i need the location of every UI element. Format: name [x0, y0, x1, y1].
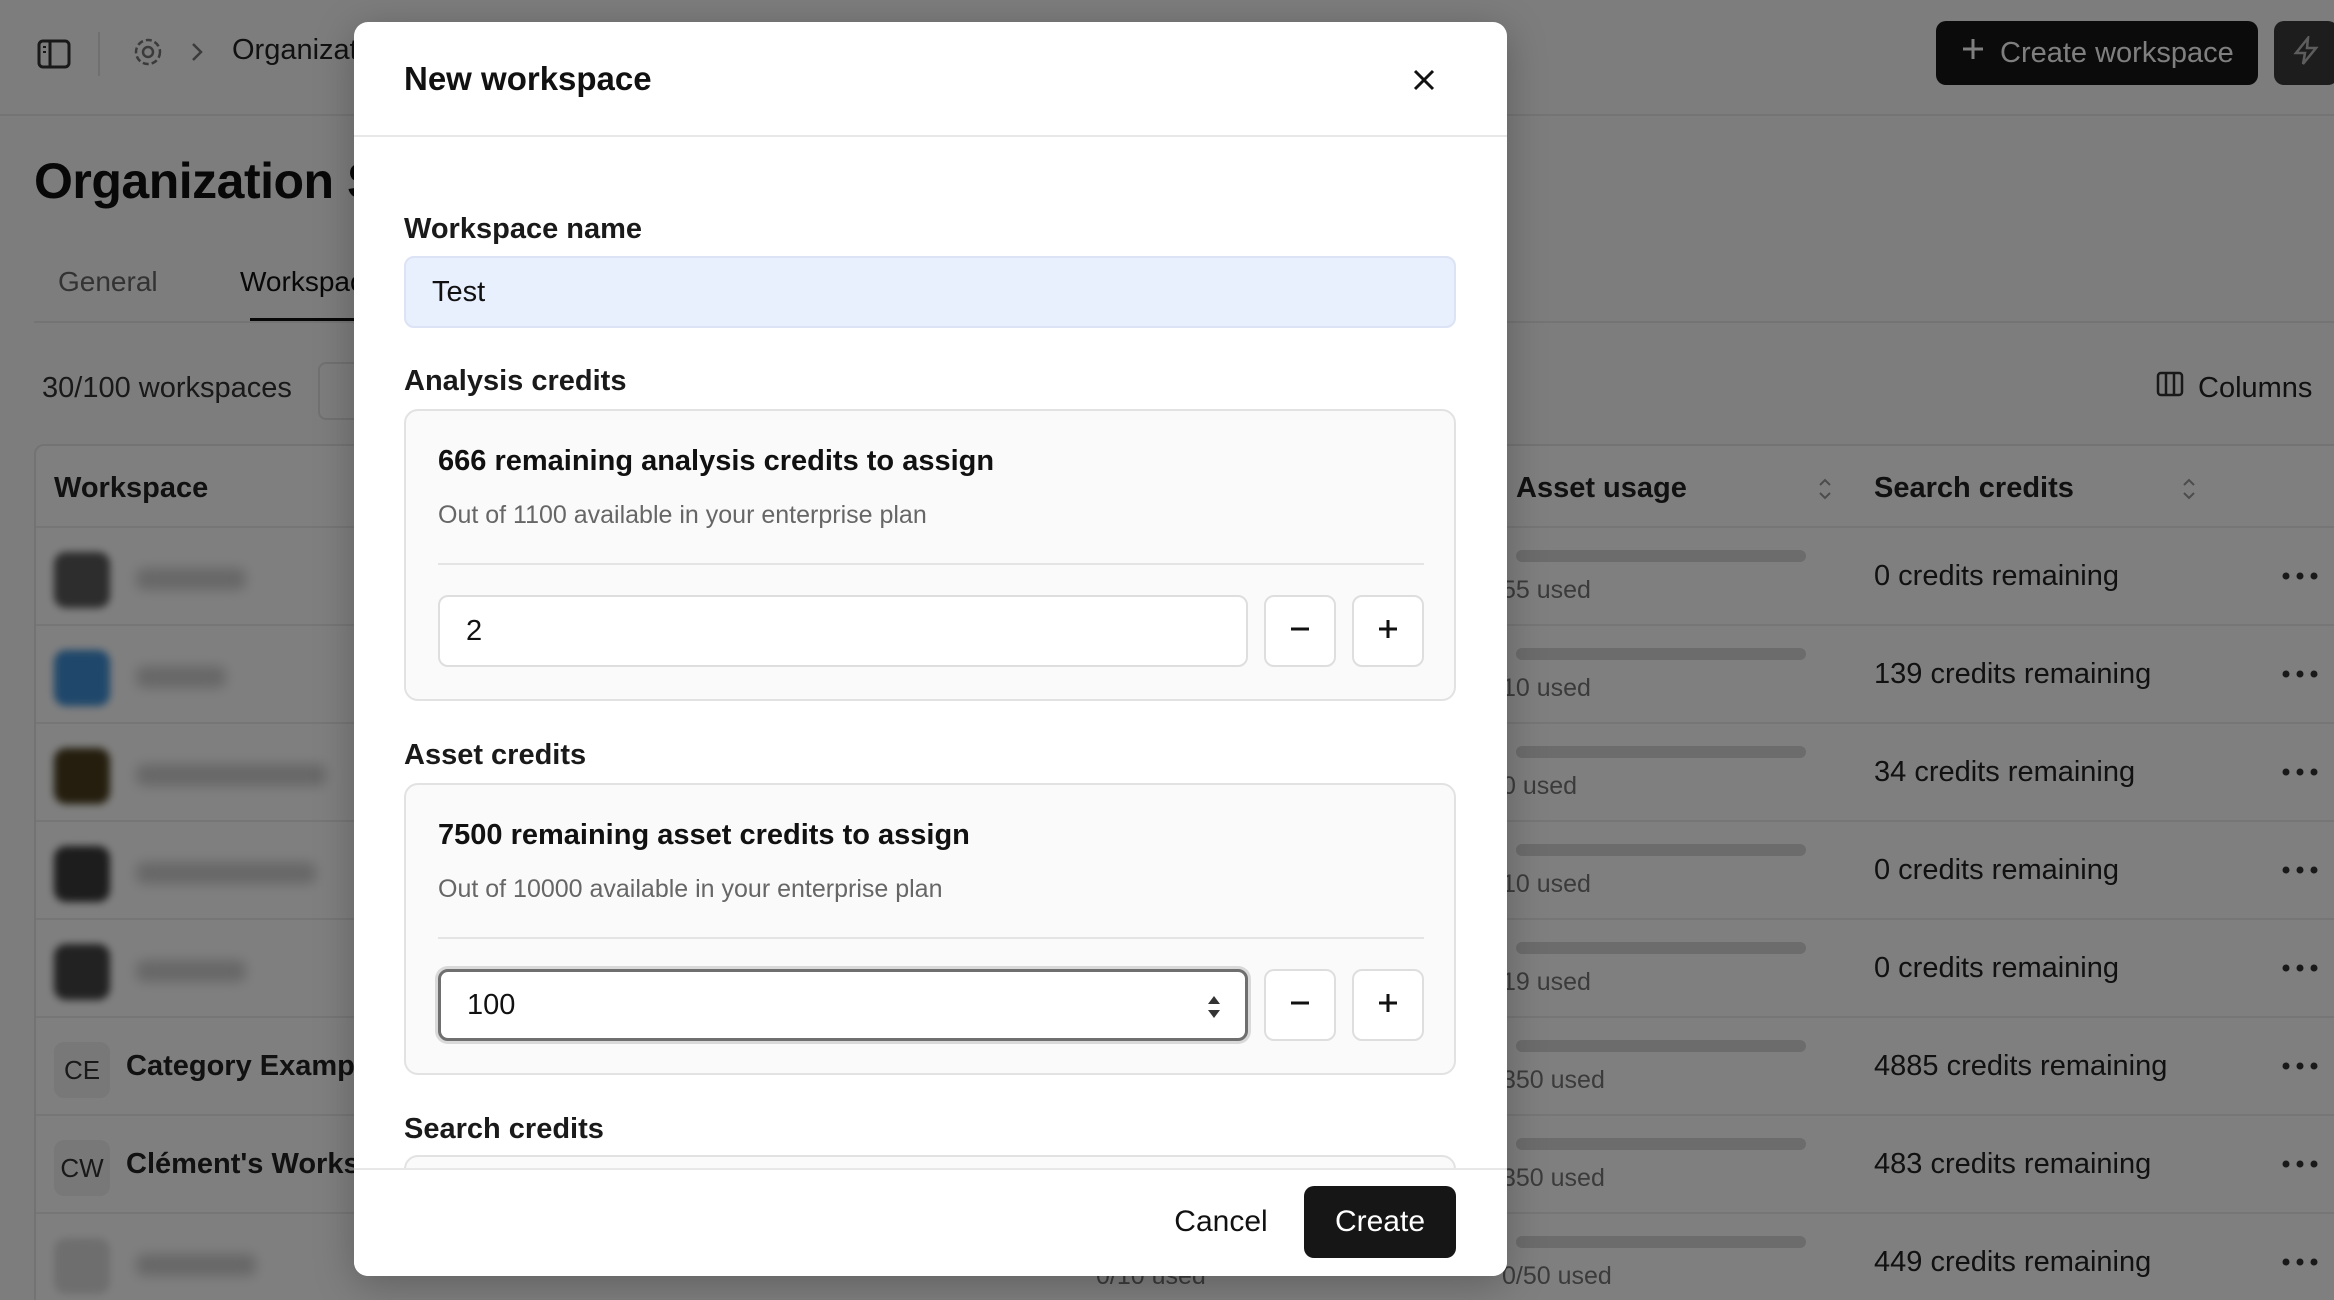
- dialog-title: New workspace: [404, 60, 652, 97]
- card-divider: [438, 563, 1424, 565]
- search-credits-label: Search credits: [404, 1113, 604, 1145]
- number-spinner-icon[interactable]: [1205, 992, 1223, 1022]
- card-divider: [438, 937, 1424, 939]
- workspace-name-input[interactable]: Test: [404, 256, 1456, 328]
- analysis-credits-label: Analysis credits: [404, 365, 627, 397]
- analysis-credits-card: 666 remaining analysis credits to assign…: [404, 409, 1456, 701]
- workspace-name-label: Workspace name: [404, 213, 643, 245]
- asset-credits-input[interactable]: 100: [438, 969, 1248, 1041]
- create-button[interactable]: Create: [1304, 1186, 1456, 1258]
- analysis-decrement-button[interactable]: [1264, 595, 1336, 667]
- analysis-remaining-text: 666 remaining analysis credits to assign: [438, 445, 995, 477]
- analysis-credits-input[interactable]: 2: [438, 595, 1248, 667]
- cancel-button[interactable]: Cancel: [1148, 1186, 1294, 1258]
- asset-decrement-button[interactable]: [1264, 969, 1336, 1041]
- asset-increment-button[interactable]: [1352, 969, 1424, 1041]
- asset-credits-label: Asset credits: [404, 739, 587, 771]
- analysis-increment-button[interactable]: [1352, 595, 1424, 667]
- analysis-available-text: Out of 1100 available in your enterprise…: [438, 501, 927, 529]
- asset-credits-value: 100: [467, 988, 516, 1021]
- minus-icon: [1287, 990, 1313, 1021]
- new-workspace-dialog: New workspace Workspace name Test Analys…: [354, 22, 1507, 1276]
- asset-credits-card: 7500 remaining asset credits to assign O…: [404, 783, 1456, 1075]
- dialog-header: New workspace: [354, 22, 1507, 137]
- dialog-body: Workspace name Test Analysis credits 666…: [354, 139, 1507, 1191]
- asset-remaining-text: 7500 remaining asset credits to assign: [438, 819, 970, 851]
- dialog-footer: Cancel Create: [354, 1168, 1507, 1276]
- plus-icon: [1375, 990, 1401, 1021]
- asset-available-text: Out of 10000 available in your enterpris…: [438, 875, 943, 903]
- minus-icon: [1287, 616, 1313, 647]
- plus-icon: [1375, 616, 1401, 647]
- close-icon[interactable]: [1406, 62, 1442, 98]
